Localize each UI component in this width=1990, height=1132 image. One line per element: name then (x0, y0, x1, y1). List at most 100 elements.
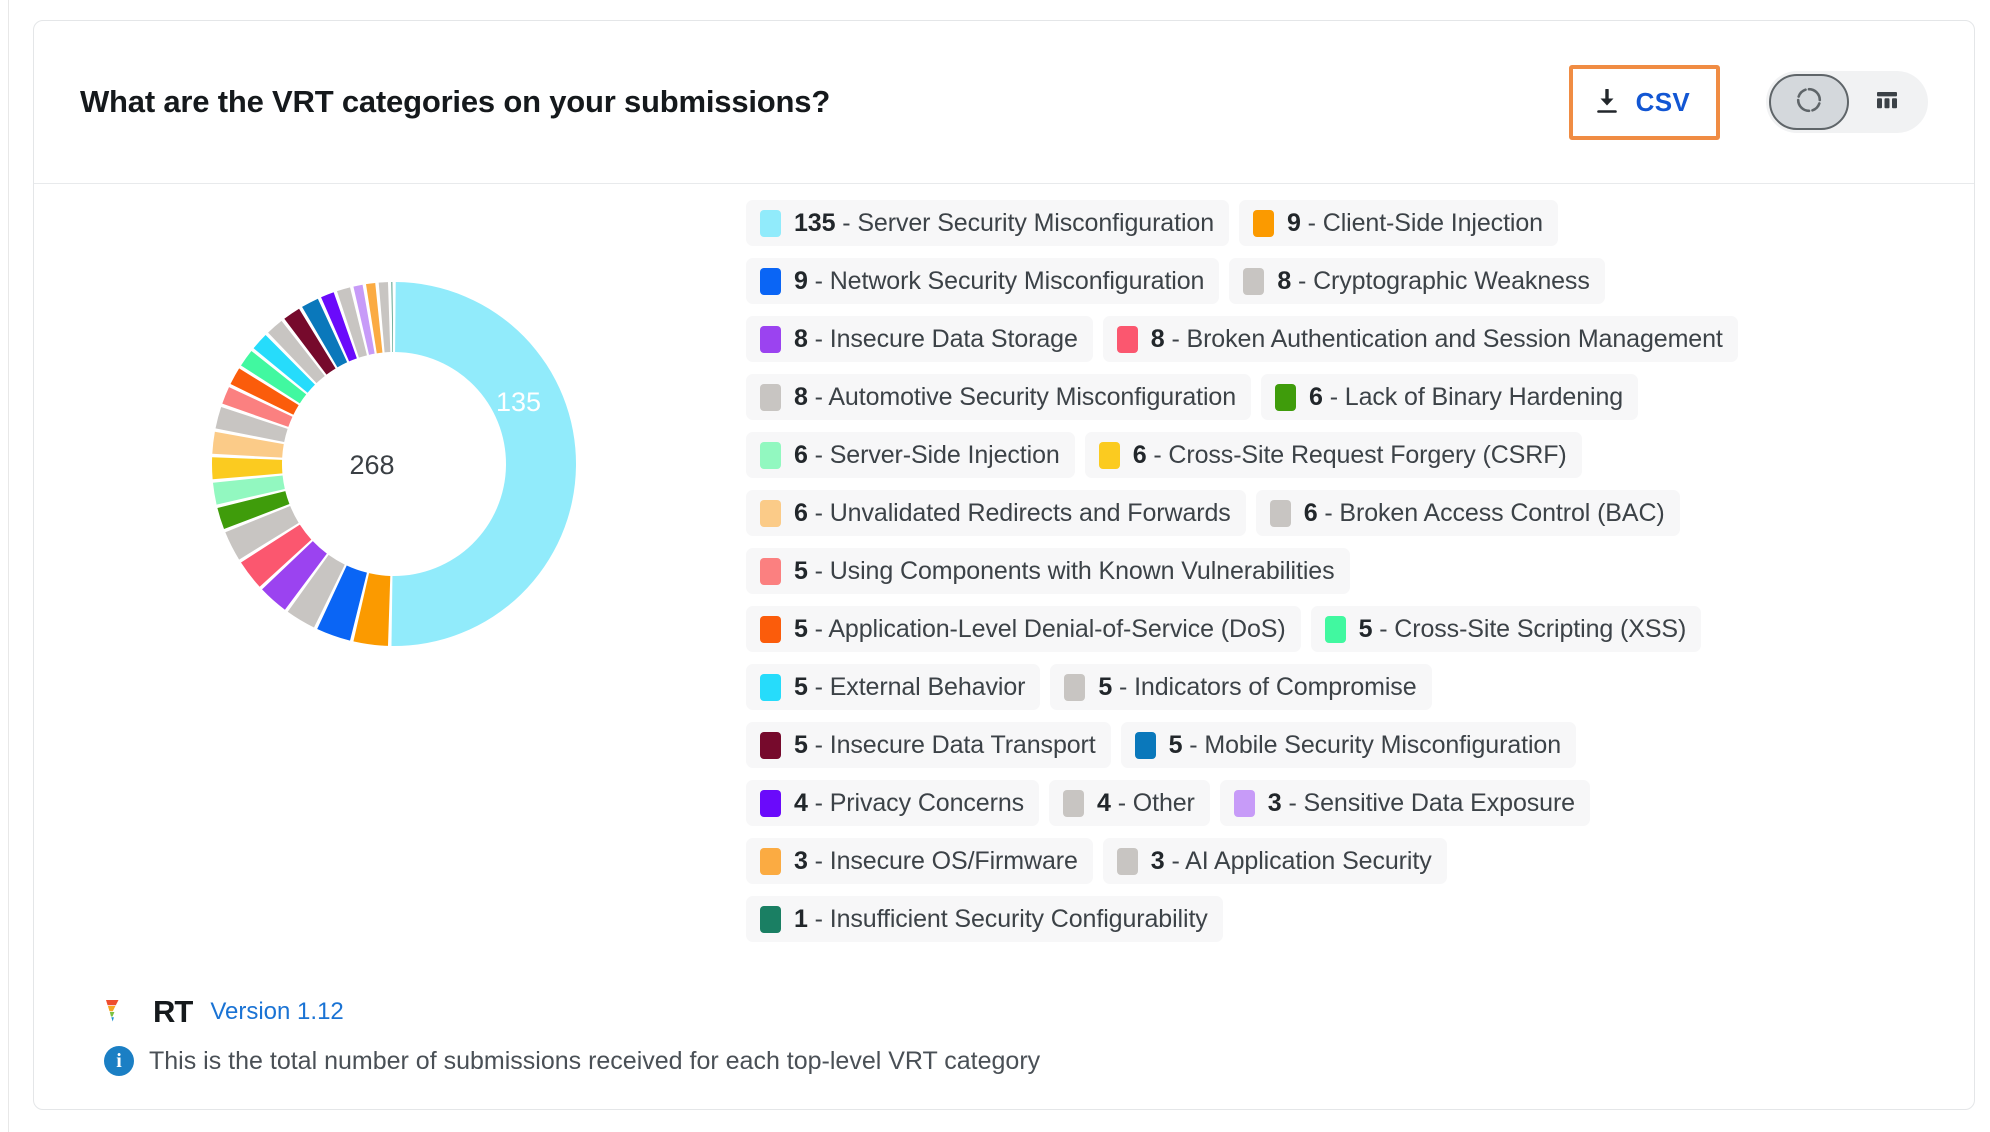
legend-label: 6 - Server-Side Injection (794, 440, 1060, 469)
screenshot-root: What are the VRT categories on your subm… (0, 0, 1990, 1132)
legend-label: 5 - Using Components with Known Vulnerab… (794, 556, 1335, 585)
legend-row: 8 - Insecure Data Storage 8 - Broken Auth… (746, 316, 1936, 362)
legend-item[interactable]: 9 - Network Security Misconfiguration (746, 258, 1220, 304)
legend-row: 1 - Insufficient Security Configurabilit… (746, 896, 1936, 942)
legend-label: 4 - Privacy Concerns (794, 788, 1025, 817)
legend-label: 3 - Sensitive Data Exposure (1267, 788, 1575, 817)
view-mode-toggle[interactable] (1766, 71, 1928, 133)
legend-row: 5 - External Behavior 5 - Indicators of C… (746, 664, 1936, 710)
legend-row: 6 - Unvalidated Redirects and Forwards 6 … (746, 490, 1936, 536)
legend-swatch (760, 905, 781, 933)
legend-swatch (760, 441, 781, 469)
chart-legend: 135 - Server Security Misconfiguration 9 … (746, 200, 1936, 954)
legend-swatch (1098, 441, 1120, 469)
legend-swatch (760, 209, 781, 237)
legend-item[interactable]: 8 - Insecure Data Storage (746, 316, 1093, 362)
legend-item[interactable]: 6 - Broken Access Control (BAC) (1255, 490, 1680, 536)
legend-item[interactable]: 1 - Insufficient Security Configurabilit… (746, 896, 1223, 942)
info-icon: i (104, 1046, 134, 1076)
toggle-table-view[interactable] (1849, 74, 1925, 130)
legend-row: 5 - Application-Level Denial-of-Service … (746, 606, 1936, 652)
legend-label: 5 - Insecure Data Transport (794, 730, 1096, 759)
legend-swatch (760, 731, 781, 759)
vrt-logo-text: RT (153, 994, 193, 1029)
donut-slice[interactable] (391, 282, 577, 646)
legend-label: 8 - Insecure Data Storage (794, 324, 1078, 353)
legend-swatch (760, 499, 781, 527)
legend-item[interactable]: 4 - Other (1049, 780, 1210, 826)
legend-item[interactable]: 3 - AI Application Security (1102, 838, 1447, 884)
legend-swatch (760, 325, 781, 353)
toggle-chart-view[interactable] (1769, 74, 1849, 130)
card-body: 268 135 135 - Server Security Misconfigu… (34, 184, 1974, 1110)
legend-item[interactable]: 6 - Server-Side Injection (746, 432, 1075, 478)
vrt-version-link[interactable]: Version 1.12 (210, 998, 343, 1026)
legend-item[interactable]: 6 - Cross-Site Request Forgery (CSRF) (1084, 432, 1582, 478)
legend-item[interactable]: 6 - Lack of Binary Hardening (1261, 374, 1639, 420)
page-edge-rail (8, 0, 9, 1132)
legend-swatch (1116, 847, 1138, 875)
legend-label: 5 - Cross-Site Scripting (XSS) (1358, 614, 1687, 643)
legend-swatch (760, 383, 781, 411)
legend-item[interactable]: 8 - Cryptographic Weakness (1229, 258, 1605, 304)
legend-swatch (1243, 267, 1265, 295)
legend-label: 8 - Cryptographic Weakness (1277, 266, 1590, 295)
legend-swatch (760, 615, 781, 643)
legend-item[interactable]: 4 - Privacy Concerns (746, 780, 1040, 826)
legend-row: 3 - Insecure OS/Firmware 3 - AI Applicati… (746, 838, 1936, 884)
legend-label: 8 - Automotive Security Misconfiguration (794, 382, 1237, 411)
card-footer: RT Version 1.12 i This is the total numb… (104, 994, 1604, 1076)
download-csv-button[interactable]: CSV (1576, 72, 1712, 132)
legend-item[interactable]: 5 - Using Components with Known Vulnerab… (746, 548, 1350, 594)
legend-swatch (760, 673, 781, 701)
legend-item[interactable]: 5 - Insecure Data Transport (746, 722, 1111, 768)
donut-slice[interactable] (391, 282, 393, 353)
legend-item[interactable]: 8 - Automotive Security Misconfiguration (746, 374, 1252, 420)
legend-item[interactable]: 5 - Cross-Site Scripting (XSS) (1310, 606, 1702, 652)
legend-row: 6 - Server-Side Injection 6 - Cross-Site … (746, 432, 1936, 478)
legend-swatch (1233, 789, 1255, 817)
legend-label: 6 - Broken Access Control (BAC) (1303, 498, 1665, 527)
legend-row: 4 - Privacy Concerns 4 - Other 3 - Sensiti… (746, 780, 1936, 826)
legend-row: 5 - Insecure Data Transport 5 - Mobile Se… (746, 722, 1936, 768)
page-title: What are the VRT categories on your subm… (80, 84, 831, 119)
legend-label: 5 - Mobile Security Misconfiguration (1168, 730, 1562, 759)
legend-swatch (1063, 789, 1085, 817)
legend-label: 6 - Lack of Binary Hardening (1309, 382, 1624, 411)
legend-row: 8 - Automotive Security Misconfiguration… (746, 374, 1936, 420)
legend-swatch (760, 789, 781, 817)
legend-label: 9 - Client-Side Injection (1287, 208, 1543, 237)
legend-label: 5 - Indicators of Compromise (1098, 672, 1417, 701)
legend-item[interactable]: 5 - External Behavior (746, 664, 1041, 710)
vrt-logo (104, 997, 137, 1027)
legend-swatch (1324, 615, 1346, 643)
legend-swatch (760, 847, 781, 875)
legend-item[interactable]: 5 - Mobile Security Misconfiguration (1120, 722, 1577, 768)
header-actions: CSV (1568, 64, 1928, 140)
legend-label: 6 - Unvalidated Redirects and Forwards (794, 498, 1231, 527)
legend-label: 6 - Cross-Site Request Forgery (CSRF) (1132, 440, 1567, 469)
legend-item[interactable]: 135 - Server Security Misconfiguration (746, 200, 1230, 246)
legend-label: 135 - Server Security Misconfiguration (794, 208, 1215, 237)
legend-swatch (1269, 499, 1291, 527)
donut-slice[interactable] (211, 457, 283, 480)
legend-item[interactable]: 5 - Indicators of Compromise (1050, 664, 1432, 710)
legend-item[interactable]: 3 - Insecure OS/Firmware (746, 838, 1093, 884)
legend-swatch (1064, 673, 1086, 701)
legend-item[interactable]: 9 - Client-Side Injection (1239, 200, 1558, 246)
legend-label: 3 - Insecure OS/Firmware (794, 846, 1078, 875)
vrt-categories-card: What are the VRT categories on your subm… (33, 20, 1975, 1110)
legend-label: 4 - Other (1097, 788, 1195, 817)
donut-chart-icon (1795, 86, 1823, 119)
legend-label: 5 - External Behavior (794, 672, 1026, 701)
legend-swatch (760, 557, 781, 585)
legend-item[interactable]: 8 - Broken Authentication and Session Ma… (1102, 316, 1738, 362)
legend-label: 1 - Insufficient Security Configurabilit… (794, 904, 1208, 933)
legend-swatch (760, 267, 781, 295)
legend-item[interactable]: 3 - Sensitive Data Exposure (1219, 780, 1590, 826)
legend-row: 135 - Server Security Misconfiguration 9 … (746, 200, 1936, 246)
download-icon (1595, 89, 1619, 115)
legend-item[interactable]: 6 - Unvalidated Redirects and Forwards (746, 490, 1246, 536)
legend-item[interactable]: 5 - Application-Level Denial-of-Service … (746, 606, 1301, 652)
legend-label: 3 - AI Application Security (1150, 846, 1432, 875)
